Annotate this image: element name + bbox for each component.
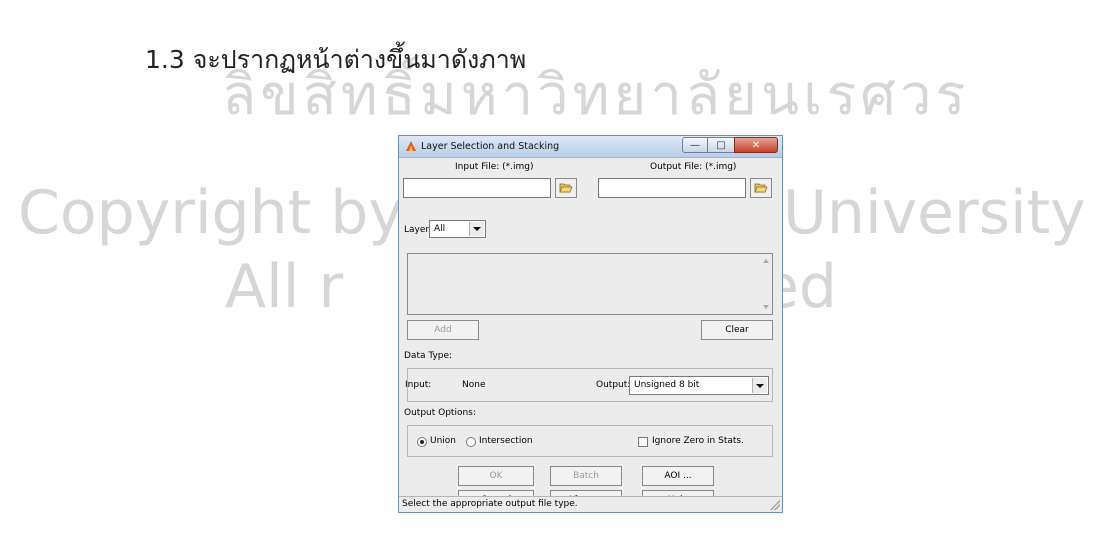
title-bar[interactable]: Layer Selection and Stacking — □ ✕ — [399, 136, 782, 158]
clear-button[interactable]: Clear — [701, 320, 773, 340]
dialog-title: Layer Selection and Stacking — [421, 141, 560, 152]
watermark-rights-left: All r — [225, 252, 344, 322]
input-file-label: Input File: (*.img) — [455, 162, 534, 172]
resize-grip-icon[interactable] — [770, 500, 780, 510]
layer-select[interactable]: All — [429, 220, 486, 238]
output-file-field[interactable] — [598, 178, 746, 198]
chevron-down-icon[interactable] — [469, 222, 484, 236]
input-type-value: None — [462, 380, 486, 390]
open-folder-icon — [559, 183, 573, 193]
close-button[interactable]: ✕ — [734, 137, 778, 153]
add-button[interactable]: Add — [407, 320, 479, 340]
output-type-value: Unsigned 8 bit — [634, 380, 700, 390]
ignore-zero-checkbox[interactable] — [638, 437, 648, 447]
open-folder-icon — [754, 183, 768, 193]
watermark-copyright-right: University — [783, 178, 1086, 248]
erdas-app-icon — [406, 141, 416, 151]
input-file-field[interactable] — [403, 178, 551, 198]
batch-button[interactable]: Batch — [550, 466, 622, 486]
minimize-button[interactable]: — — [682, 137, 708, 153]
watermark-copyright-left: Copyright by — [18, 178, 404, 248]
output-options-label: Output Options: — [404, 408, 476, 418]
list-scrollbar[interactable] — [758, 254, 772, 314]
chevron-down-icon[interactable] — [752, 378, 767, 393]
aoi-button[interactable]: AOI ... — [642, 466, 714, 486]
intersection-label: Intersection — [479, 436, 533, 446]
union-label: Union — [430, 436, 457, 446]
data-type-group: Input: None Output: Unsigned 8 bit — [405, 368, 773, 402]
window-controls: — □ ✕ — [682, 137, 778, 153]
status-bar: Select the appropriate output file type. — [399, 496, 782, 512]
input-file-browse-button[interactable] — [555, 178, 577, 198]
input-type-label: Input: — [405, 380, 432, 390]
layer-list[interactable] — [407, 253, 773, 315]
output-type-label: Output: — [596, 380, 631, 390]
ignore-zero-label: Ignore Zero in Stats. — [652, 436, 744, 446]
output-file-label: Output File: (*.img) — [650, 162, 737, 172]
status-text: Select the appropriate output file type. — [402, 499, 578, 509]
output-file-browse-button[interactable] — [750, 178, 772, 198]
layer-stacking-dialog: Layer Selection and Stacking — □ ✕ Input… — [398, 135, 783, 513]
scroll-down-icon[interactable] — [763, 305, 769, 309]
scroll-up-icon[interactable] — [763, 259, 769, 263]
layer-label: Layer: — [404, 225, 432, 235]
data-type-label: Data Type: — [404, 351, 453, 361]
ok-button[interactable]: OK — [458, 466, 534, 486]
layer-select-value: All — [434, 224, 446, 234]
page-heading: 1.3 จะปรากฏหน้าต่างขึ้นมาดังภาพ — [145, 45, 527, 74]
output-options-group: Union Intersection Ignore Zero in Stats. — [407, 425, 773, 457]
output-type-select[interactable]: Unsigned 8 bit — [629, 376, 769, 395]
intersection-radio[interactable] — [466, 437, 476, 447]
maximize-button[interactable]: □ — [708, 137, 734, 153]
union-radio[interactable] — [417, 437, 427, 447]
